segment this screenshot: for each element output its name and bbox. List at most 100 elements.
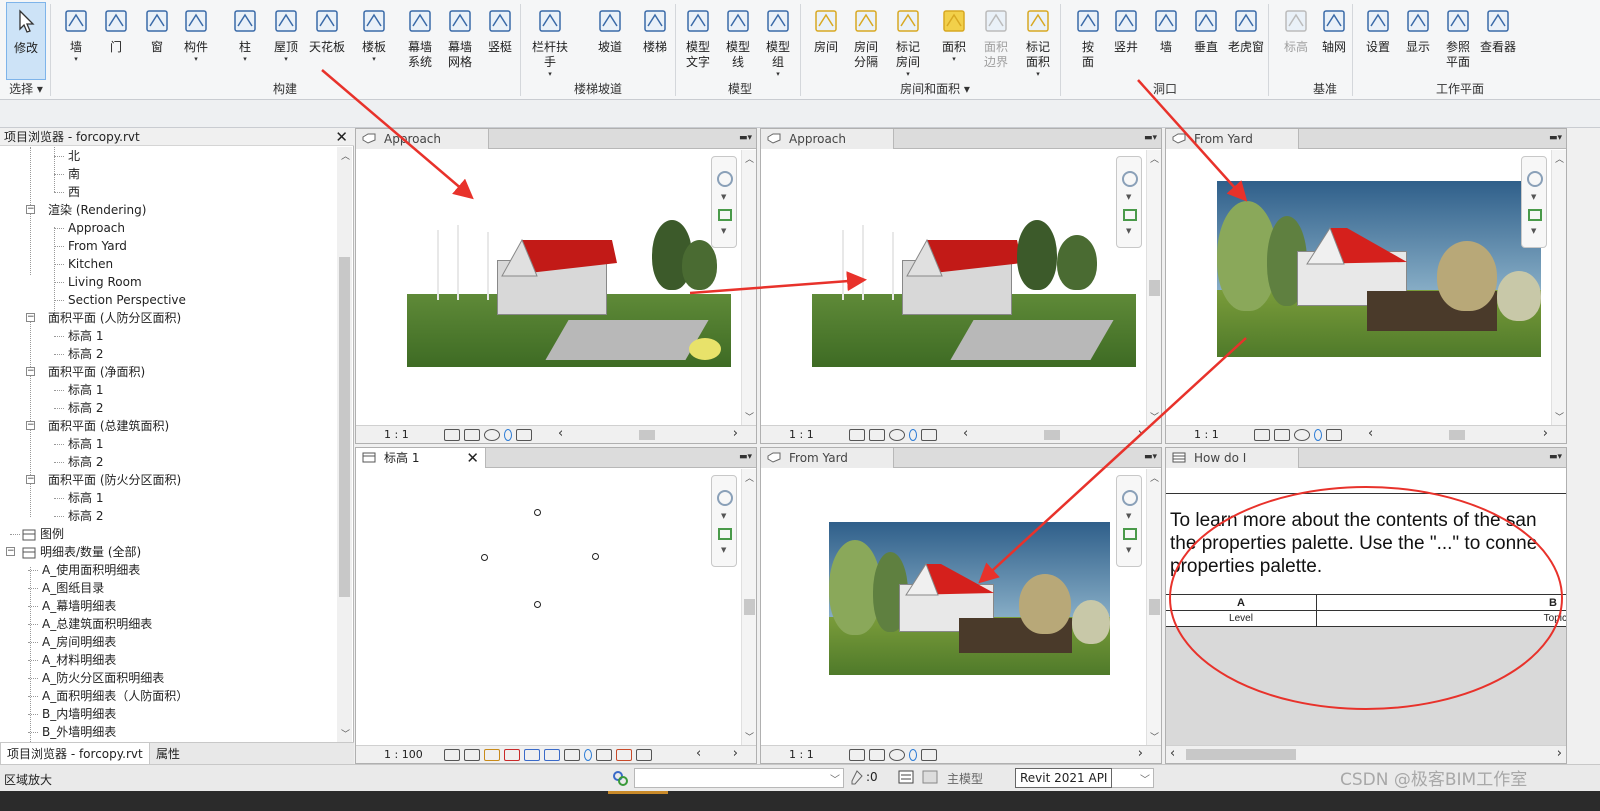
main-model-label[interactable]: 主模型 (947, 770, 983, 787)
vertical-scrollbar[interactable]: ︿ ﹀ (1551, 150, 1566, 425)
chevron-down-icon[interactable]: ﹀ (341, 727, 350, 740)
vertical-scrollbar[interactable]: ︿ ﹀ (1146, 150, 1161, 425)
view-tab-level-1[interactable]: 标高 1 ✕ (356, 448, 486, 468)
view-tab-approach-2[interactable]: Approach (761, 129, 894, 149)
ribbon-tool-stair[interactable]: 楼梯 (635, 2, 675, 80)
scroll-left-icon[interactable]: ‹ (1368, 426, 1373, 441)
ribbon-tool-tag-room[interactable]: 标记 房间 ▾ (888, 2, 928, 80)
ribbon-tool-room-separator[interactable]: 房间 分隔 (846, 2, 886, 80)
view-tab-from-yard-2[interactable]: From Yard (761, 448, 894, 468)
ribbon-tool-component[interactable]: 构件 ▾ (176, 2, 216, 80)
navigation-bar[interactable]: ▼ ▼ (711, 475, 737, 567)
collapse-toggle-icon[interactable]: − (26, 313, 35, 322)
chevron-down-icon[interactable]: ▾ (548, 70, 552, 78)
horizontal-scroll-thumb[interactable] (1044, 430, 1060, 440)
horizontal-scroll-thumb[interactable] (1186, 749, 1296, 760)
tree-group[interactable]: − 面积平面 (净面积) (0, 363, 336, 381)
view-scale[interactable]: 1 : 1 (789, 428, 814, 441)
scroll-right-icon[interactable]: › (1557, 746, 1562, 761)
ribbon-tool-railing[interactable]: 栏杆扶手 ▾ (530, 2, 570, 80)
ribbon-tool-curtain-grid[interactable]: 幕墙 网格 (440, 2, 480, 80)
tree-item[interactable]: A_防火分区面积明细表 (0, 669, 336, 687)
visual-style-icon[interactable] (869, 429, 885, 441)
detail-level-icon[interactable] (849, 749, 865, 761)
temporary-hide-icon[interactable] (584, 749, 592, 761)
crop-view-icon[interactable] (516, 429, 532, 441)
ribbon-tool-roof[interactable]: 屋顶 ▾ (266, 2, 306, 80)
scroll-left-icon[interactable]: ‹ (696, 746, 701, 761)
temporary-view-props-icon[interactable] (616, 749, 632, 761)
panel-room-area-label[interactable]: 房间和面积 ▾ (880, 80, 990, 98)
ribbon-tool-viewer[interactable]: 查看器 (1478, 2, 1518, 80)
elevation-marker[interactable] (534, 509, 541, 516)
chevron-up-icon[interactable]: ︿ (341, 149, 350, 162)
view-from-yard-2[interactable]: From Yard ▬▾ ▼ ▼ ︿ ﹀ 1 : 1 › (760, 447, 1162, 764)
tree-item[interactable]: 北 (0, 147, 336, 165)
tree-item[interactable]: 标高 1 (0, 489, 336, 507)
elevation-marker[interactable] (534, 601, 541, 608)
tree-item[interactable]: B_内墙明细表 (0, 705, 336, 723)
steering-wheel-icon[interactable] (1527, 171, 1543, 187)
scroll-right-icon[interactable]: › (733, 746, 738, 761)
zoom-icon[interactable] (718, 209, 732, 221)
tree-item[interactable]: Approach (0, 219, 336, 237)
view-approach-2[interactable]: Approach ▬▾ ▼ ▼ ︿ ﹀ 1 : 1 ‹ › (760, 128, 1162, 444)
navigation-bar[interactable]: ▼ ▼ (1521, 156, 1547, 248)
zoom-icon[interactable] (718, 528, 732, 540)
vertical-scrollbar[interactable]: ︿ ﹀ (1146, 469, 1161, 745)
ribbon-tool-ramp[interactable]: 坡道 (590, 2, 630, 80)
view-scale[interactable]: 1 : 100 (384, 748, 423, 761)
tree-group[interactable]: − 明细表/数量 (全部) (0, 543, 336, 561)
ribbon-tool-door[interactable]: 门 (96, 2, 136, 80)
tree-group[interactable]: − 渲染 (Rendering) (0, 201, 336, 219)
tree-item[interactable]: Living Room (0, 273, 336, 291)
visual-style-icon[interactable] (464, 749, 480, 761)
chevron-down-icon[interactable]: ▾ (243, 55, 247, 63)
ribbon-tool-vertical-opening[interactable]: 垂直 (1186, 2, 1226, 80)
tree-item[interactable]: From Yard (0, 237, 336, 255)
crop-view-icon[interactable] (1326, 429, 1342, 441)
horizontal-scrollbar[interactable]: ‹ › (1166, 745, 1566, 763)
zoom-icon[interactable] (1123, 209, 1137, 221)
sun-path-icon[interactable] (484, 749, 500, 761)
ribbon-tool-set-workplane[interactable]: 设置 (1358, 2, 1398, 80)
render-icon[interactable] (1314, 429, 1322, 441)
workset-dropdown[interactable]: ﹀ (634, 768, 844, 788)
scroll-right-icon[interactable]: › (1138, 426, 1143, 441)
design-option-dropdown[interactable]: ﹀ (1110, 768, 1154, 788)
tree-item[interactable]: A_面积明细表（人防面积） (0, 687, 336, 705)
collapse-toggle-icon[interactable]: − (6, 547, 15, 556)
chevron-down-icon[interactable]: ▾ (906, 70, 910, 78)
render-icon[interactable] (504, 429, 512, 441)
ribbon-tool-dormer[interactable]: 老虎窗 (1226, 2, 1266, 80)
tree-item[interactable]: 标高 2 (0, 345, 336, 363)
view-menu-icon[interactable]: ▬▾ (1144, 452, 1157, 462)
ribbon-tool-window[interactable]: 窗 (137, 2, 177, 80)
view-menu-icon[interactable]: ▬▾ (1549, 452, 1562, 462)
sun-path-icon[interactable] (889, 749, 905, 761)
view-scale[interactable]: 1 : 1 (1194, 428, 1219, 441)
tab-project-browser[interactable]: 项目浏览器 - forcopy.rvt (0, 743, 150, 765)
sun-path-icon[interactable] (889, 429, 905, 441)
chevron-down-icon[interactable]: ▾ (372, 55, 376, 63)
tree-item[interactable]: Section Perspective (0, 291, 336, 309)
navigation-bar[interactable]: ▼ ▼ (1116, 156, 1142, 248)
render-dialog-icon[interactable] (524, 749, 540, 761)
chevron-down-icon[interactable]: ▾ (194, 55, 198, 63)
hide-crop-icon[interactable] (564, 749, 580, 761)
vertical-scroll-thumb[interactable] (744, 599, 755, 615)
vertical-scrollbar[interactable]: ︿ ﹀ (741, 469, 756, 745)
steering-wheel-icon[interactable] (1122, 171, 1138, 187)
analytical-model-icon[interactable] (636, 749, 652, 761)
tree-item[interactable]: 南 (0, 165, 336, 183)
steering-wheel-icon[interactable] (1122, 490, 1138, 506)
detail-level-icon[interactable] (849, 429, 865, 441)
design-options-icon[interactable] (898, 770, 914, 784)
ribbon-tool-model-group[interactable]: 模型 组 ▾ (758, 2, 798, 80)
ribbon-tool-wall-opening[interactable]: 墙 (1146, 2, 1186, 80)
tree-item[interactable]: B_外墙明细表 (0, 723, 336, 741)
steering-wheel-icon[interactable] (717, 171, 733, 187)
crop-view-icon[interactable] (921, 749, 937, 761)
visual-style-icon[interactable] (869, 749, 885, 761)
ribbon-tool-model-text[interactable]: 模型 文字 (678, 2, 718, 80)
